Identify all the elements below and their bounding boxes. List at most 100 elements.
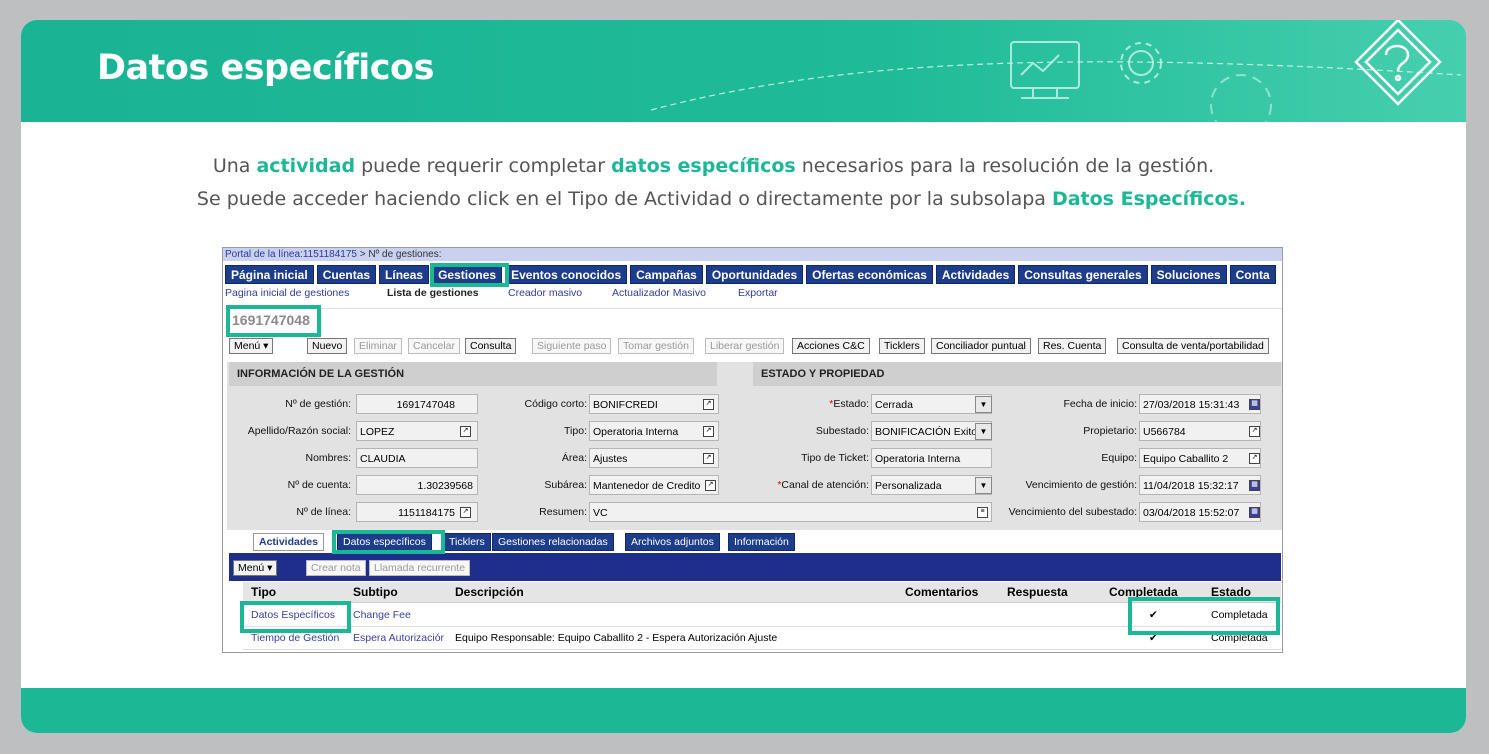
- menu-consultas[interactable]: Consultas generales: [1018, 265, 1148, 284]
- ticklers-button[interactable]: Ticklers: [879, 338, 925, 354]
- apellido-label: Apellido/Razón social:: [247, 425, 351, 437]
- nombres-field[interactable]: CLAUDIA: [356, 448, 478, 468]
- grid-header: Tipo Subtipo Descripción Comentarios Res…: [243, 582, 1281, 603]
- intro-line-1: Una actividad puede requerir completar d…: [212, 155, 1215, 177]
- subestado-select[interactable]: BONIFICACIÓN Exito: [871, 421, 992, 441]
- help-icon: [1354, 20, 1442, 106]
- tab-archivos-adjuntos[interactable]: Archivos adjuntos: [625, 533, 720, 551]
- intro-line-2: Se puede acceder haciendo click en el Ti…: [196, 188, 1247, 210]
- activities-grid: Menú ▾ Crear nota Llamada recurrente Tip…: [229, 553, 1281, 652]
- codigo-field[interactable]: BONIFCREDI: [589, 394, 719, 414]
- id-divider: [225, 308, 1282, 335]
- large-gear-icon: [1210, 74, 1272, 122]
- menu-button[interactable]: Menú ▾: [229, 338, 274, 354]
- grid-menu-button[interactable]: Menú ▾: [233, 560, 278, 576]
- subarea-field[interactable]: Mantenedor de Credito: [589, 475, 719, 495]
- lookup-icon[interactable]: ↗: [460, 426, 471, 437]
- highlight-datos-tab: [332, 530, 445, 554]
- chevron-down-icon[interactable]: ▼: [975, 423, 992, 440]
- resumen-field[interactable]: VC: [589, 502, 992, 522]
- row-subtipo-link[interactable]: Espera Autorizaciór: [353, 632, 444, 644]
- submenu-creador[interactable]: Creador masivo: [508, 287, 582, 299]
- menu-lineas[interactable]: Líneas: [379, 265, 430, 284]
- menu-conta[interactable]: Conta: [1229, 265, 1276, 284]
- consulta-button[interactable]: Consulta: [465, 338, 517, 354]
- canal-label: *Canal de atención:: [777, 479, 869, 491]
- submenu-actualizador[interactable]: Actualizador Masivo: [612, 287, 706, 299]
- acciones-button[interactable]: Acciones C&C: [792, 338, 870, 354]
- tomar-gestion-button[interactable]: Tomar gestión: [618, 338, 694, 354]
- cancelar-button[interactable]: Cancelar: [408, 338, 461, 354]
- tab-gestiones-relacionadas[interactable]: Gestiones relacionadas: [492, 533, 614, 551]
- col-subtipo[interactable]: Subtipo: [353, 582, 398, 602]
- menu-oportunidades[interactable]: Oportunidades: [705, 265, 804, 284]
- liberar-gestion-button[interactable]: Liberar gestión: [705, 338, 785, 354]
- tab-informacion[interactable]: Información: [728, 533, 795, 551]
- venc-field[interactable]: 11/04/2018 15:32:17: [1139, 475, 1261, 495]
- highlight-gestiones: [430, 263, 509, 287]
- crear-nota-button[interactable]: Crear nota: [306, 560, 366, 576]
- siguiente-paso-button[interactable]: Siguiente paso: [532, 338, 612, 354]
- lookup-icon[interactable]: ↗: [703, 453, 714, 464]
- col-respuesta[interactable]: Respuesta: [1007, 582, 1068, 602]
- decoration-icons: [650, 20, 1462, 122]
- section-info-title: INFORMACIÓN DE LA GESTIÓN: [229, 362, 717, 386]
- vencsub-field[interactable]: 03/04/2018 15:52:07: [1139, 502, 1261, 522]
- area-field[interactable]: Ajustes: [589, 448, 719, 468]
- nro-gestion-field: 1691747048: [356, 394, 478, 414]
- area-label: Área:: [561, 452, 587, 464]
- submenu-inicio[interactable]: Pagina inicial de gestiones: [225, 287, 349, 299]
- menu-eventos[interactable]: Eventos conocidos: [505, 265, 628, 284]
- lookup-icon[interactable]: ↗: [705, 480, 716, 491]
- lookup-icon[interactable]: ↗: [703, 426, 714, 437]
- tipo-field[interactable]: Operatoria Interna: [589, 421, 719, 441]
- row-tipo-link[interactable]: Tiempo de Gestión: [251, 632, 339, 644]
- submenu-exportar[interactable]: Exportar: [738, 287, 778, 299]
- expand-icon[interactable]: ≡: [977, 507, 988, 518]
- nuevo-button[interactable]: Nuevo: [307, 338, 348, 354]
- menu-soluciones[interactable]: Soluciones: [1150, 265, 1227, 284]
- vencsub-label: Vencimiento del subestado:: [1008, 506, 1137, 518]
- lookup-icon[interactable]: ↗: [1249, 453, 1260, 464]
- equipo-field[interactable]: Equipo Caballito 2: [1139, 448, 1261, 468]
- gear-icon: [1120, 42, 1162, 84]
- row-subtipo-link[interactable]: Change Fee: [353, 609, 411, 621]
- tab-ticklers[interactable]: Ticklers: [443, 533, 491, 551]
- ticket-field: Operatoria Interna: [871, 448, 992, 468]
- submenu-lista[interactable]: Lista de gestiones: [387, 287, 479, 299]
- res-cuenta-button[interactable]: Res. Cuenta: [1038, 338, 1107, 354]
- menu-campanas[interactable]: Campañas: [630, 265, 703, 284]
- col-descripcion[interactable]: Descripción: [455, 582, 524, 602]
- tab-actividades[interactable]: Actividades: [253, 533, 324, 551]
- header-banner: Datos específicos: [21, 20, 1466, 122]
- calendar-icon[interactable]: ▦: [1249, 480, 1260, 491]
- consulta-venta-button[interactable]: Consulta de venta/portabilidad: [1117, 338, 1269, 354]
- menu-actividades[interactable]: Actividades: [935, 265, 1016, 284]
- tipo-label: Tipo:: [564, 425, 587, 437]
- calendar-icon[interactable]: ▦: [1249, 399, 1260, 410]
- chevron-down-icon[interactable]: ▼: [975, 477, 992, 494]
- nro-gestion-label: Nº de gestión:: [285, 398, 351, 410]
- subarea-label: Subárea:: [544, 479, 587, 491]
- lookup-icon[interactable]: ↗: [460, 507, 471, 518]
- chevron-down-icon[interactable]: ▼: [975, 396, 992, 413]
- menu-ofertas[interactable]: Ofertas económicas: [806, 265, 933, 284]
- llamada-recurrente-button[interactable]: Llamada recurrente: [369, 560, 471, 576]
- conciliador-button[interactable]: Conciliador puntual: [931, 338, 1031, 354]
- menu-cuentas[interactable]: Cuentas: [316, 265, 377, 284]
- highlight-completada: [1128, 597, 1280, 635]
- lookup-icon[interactable]: ↗: [703, 399, 714, 410]
- canal-select[interactable]: Personalizada: [871, 475, 992, 495]
- table-row[interactable]: Datos Específicos Change Fee ✔ Completad…: [243, 604, 1281, 627]
- inicio-field[interactable]: 27/03/2018 15:31:43: [1139, 394, 1261, 414]
- menu-inicio[interactable]: Página inicial: [225, 265, 314, 284]
- estado-select[interactable]: Cerrada: [871, 394, 992, 414]
- eliminar-button[interactable]: Eliminar: [354, 338, 402, 354]
- lookup-icon[interactable]: ↗: [1249, 426, 1260, 437]
- table-row[interactable]: Tiempo de Gestión Espera Autorizaciór Eq…: [243, 627, 1281, 650]
- col-tipo[interactable]: Tipo: [251, 582, 276, 602]
- col-comentarios[interactable]: Comentarios: [905, 582, 978, 602]
- breadcrumb-link[interactable]: Portal de la línea:1151184175: [225, 249, 357, 260]
- propietario-field[interactable]: U566784: [1139, 421, 1261, 441]
- calendar-icon[interactable]: ▦: [1249, 507, 1260, 518]
